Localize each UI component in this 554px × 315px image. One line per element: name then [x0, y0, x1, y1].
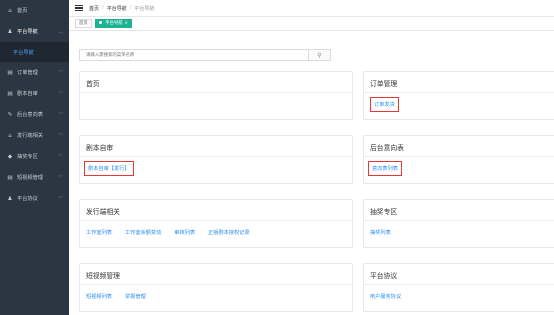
search-icon: ⚲: [317, 51, 322, 59]
sidebar-item-label: 平台导航: [17, 29, 38, 35]
card-title: 抽奖专区: [370, 208, 398, 216]
link-intent-list[interactable]: 意向表列表: [368, 161, 402, 176]
sidebar-item-label: 剧本自审: [17, 91, 38, 97]
breadcrumb-home[interactable]: 首页: [89, 5, 99, 12]
link-script-review-publish[interactable]: 剧本自审【发行】: [84, 161, 134, 176]
card-links: 订单发货: [370, 97, 408, 112]
card-links: 抽奖列表: [370, 229, 404, 236]
sidebar-item-home[interactable]: ⌂ 首页: [0, 0, 69, 21]
close-icon[interactable]: ×: [124, 21, 128, 26]
link-report-management[interactable]: 举报管理: [125, 293, 146, 300]
breadcrumb-separator: /: [129, 5, 132, 11]
sidebar-subitem-label: 平台导航: [13, 49, 34, 56]
hamburger-menu-icon[interactable]: [75, 5, 83, 11]
chevron-down-icon: ﹀: [58, 133, 64, 139]
card-divider: [364, 284, 554, 285]
active-dot-icon: [98, 21, 102, 24]
sidebar-item-label: 发行端相关: [17, 133, 43, 139]
sidebar-item-script-review[interactable]: ▤ 剧本自审 ﹀: [0, 83, 69, 104]
sidebar-item-label: 后台意向表: [17, 112, 43, 118]
doc-icon: ▤: [7, 174, 13, 181]
sidebar-item-publisher[interactable]: ⌂ 发行端相关 ﹀: [0, 125, 69, 146]
tab-platform-nav[interactable]: 平台导航 ×: [94, 19, 132, 28]
link-license-records[interactable]: 正版剧本授权记录: [208, 229, 250, 236]
card-title: 订单管理: [370, 80, 398, 88]
breadcrumb-separator: /: [102, 5, 104, 11]
tag-icon: ◆: [7, 153, 13, 160]
link-order-shipping[interactable]: 订单发货: [370, 97, 399, 112]
sidebar-item-label: 抽奖专区: [17, 154, 38, 160]
sidebar-item-label: 订单管理: [17, 70, 38, 76]
link-short-video-list[interactable]: 短视频列表: [86, 293, 112, 300]
sidebar-item-label: 平台协议: [17, 196, 38, 202]
sidebar-subitem-platform-nav[interactable]: 平台导航: [0, 42, 69, 62]
tabs-bar: 首页 平台导航 ×: [69, 17, 554, 31]
sidebar-item-label: 首页: [17, 8, 28, 14]
link-lottery-list[interactable]: 抽奖列表: [370, 229, 391, 236]
card-title: 短视频管理: [86, 272, 120, 280]
chevron-down-icon: ﹀: [58, 154, 64, 160]
card-divider: [364, 220, 554, 221]
sidebar-item-label: 短视频管理: [17, 175, 43, 181]
tab-label: 平台导航: [105, 21, 123, 26]
home-icon: ⌂: [8, 7, 12, 14]
chevron-down-icon: ﹀: [58, 70, 64, 76]
chevron-up-icon: ︿: [58, 29, 64, 35]
card-home: 首页: [79, 71, 353, 120]
card-links: 意向表列表: [368, 161, 411, 176]
card-orders: 订单管理 订单发货: [363, 71, 554, 120]
card-script-review: 剧本自审 剧本自审【发行】: [79, 135, 353, 184]
top-bar: 首页 / 平台导航 / 平台导航: [69, 0, 554, 17]
user-icon: ♟: [7, 28, 13, 35]
card-intent: 后台意向表 意向表列表: [363, 135, 554, 184]
house-icon: ⌂: [8, 132, 12, 139]
doc-icon: ▤: [7, 90, 13, 97]
card-short-video: 短视频管理 短视频列表 举报管理: [79, 263, 353, 312]
search-input[interactable]: [79, 49, 309, 61]
card-title: 剧本自审: [86, 144, 114, 152]
card-links: 用户服务协议: [370, 293, 414, 300]
card-title: 首页: [86, 80, 100, 88]
card-links: 工作室列表 工作室余额变动 审核列表 正版剧本授权记录: [86, 229, 263, 236]
tab-label: 首页: [79, 21, 88, 26]
card-divider: [80, 284, 352, 285]
card-title: 后台意向表: [370, 144, 404, 152]
edit-icon: ✎: [7, 111, 13, 118]
sidebar-item-orders[interactable]: ▤ 订单管理 ﹀: [0, 62, 69, 83]
chevron-down-icon: ﹀: [58, 196, 64, 202]
sidebar-item-intent[interactable]: ✎ 后台意向表 ﹀: [0, 104, 69, 125]
sidebar-item-short-video[interactable]: ▤ 短视频管理 ﹀: [0, 167, 69, 188]
card-divider: [364, 156, 554, 157]
card-links: 短视频列表 举报管理: [86, 293, 159, 300]
chevron-down-icon: ﹀: [58, 175, 64, 181]
main-content: ⚲ 首页 订单管理 订单发货 剧本自审 剧本自审【发行】 后台意向表 意向表列表…: [69, 31, 554, 315]
link-review-list[interactable]: 审核列表: [174, 229, 195, 236]
search-button[interactable]: ⚲: [309, 49, 331, 61]
chevron-down-icon: ﹀: [58, 112, 64, 118]
card-divider: [80, 156, 352, 157]
card-links: 剧本自审【发行】: [84, 161, 143, 176]
card-publisher: 发行端相关 工作室列表 工作室余额变动 审核列表 正版剧本授权记录: [79, 199, 353, 248]
card-lottery: 抽奖专区 抽奖列表: [363, 199, 554, 248]
link-studio-list[interactable]: 工作室列表: [86, 229, 112, 236]
card-agreement: 平台协议 用户服务协议: [363, 263, 554, 312]
breadcrumb-section[interactable]: 平台导航: [107, 5, 127, 12]
card-title: 发行端相关: [86, 208, 120, 216]
card-divider: [80, 92, 352, 93]
card-title: 平台协议: [370, 272, 398, 280]
menu-search: ⚲: [79, 49, 331, 61]
link-user-agreement[interactable]: 用户服务协议: [370, 293, 401, 300]
sidebar-item-platform-nav[interactable]: ♟ 平台导航 ︿: [0, 21, 69, 42]
sidebar-item-agreement[interactable]: ♟ 平台协议 ﹀: [0, 188, 69, 209]
card-divider: [364, 92, 554, 93]
card-divider: [80, 220, 352, 221]
sidebar: ⌂ 首页 ♟ 平台导航 ︿ 平台导航 ▤ 订单管理 ﹀ ▤ 剧本自审 ﹀ ✎ 后…: [0, 0, 69, 315]
breadcrumb-current: 平台导航: [134, 5, 155, 12]
sidebar-item-lottery[interactable]: ◆ 抽奖专区 ﹀: [0, 146, 69, 167]
doc-icon: ▤: [7, 69, 13, 76]
user-icon: ♟: [7, 195, 13, 202]
link-studio-balance[interactable]: 工作室余额变动: [125, 229, 161, 236]
tab-home[interactable]: 首页: [75, 19, 92, 28]
chevron-down-icon: ﹀: [58, 91, 64, 97]
